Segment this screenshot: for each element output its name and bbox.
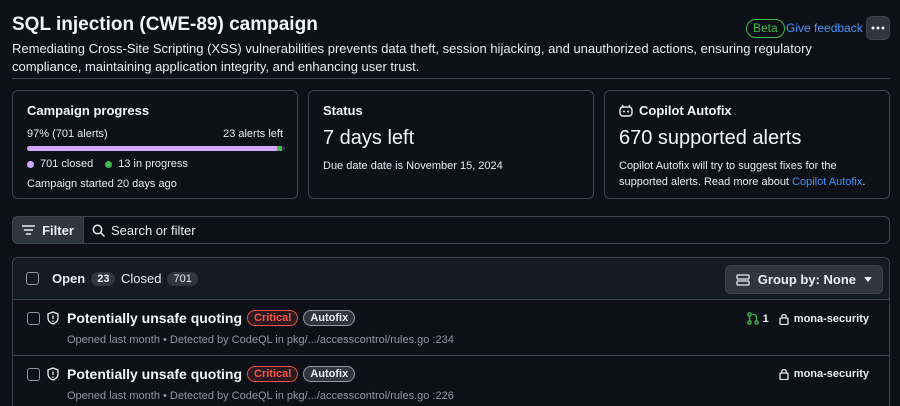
filter-icon xyxy=(22,225,36,235)
filter-button-label: Filter xyxy=(42,222,74,238)
header-divider xyxy=(12,78,890,79)
autofix-description: Copilot Autofix will try to suggest fixe… xyxy=(619,158,881,190)
tab-closed[interactable]: Closed 701 xyxy=(121,271,198,286)
alert-right-info: mona-security xyxy=(779,368,869,380)
alert-row[interactable]: Potentially unsafe quoting Critical Auto… xyxy=(13,300,889,356)
open-count: 23 xyxy=(91,271,116,286)
tab-open-label: Open xyxy=(52,271,86,286)
copilot-icon xyxy=(619,104,633,117)
status-card-title: Status xyxy=(323,103,363,118)
alert-meta: Opened last month • Detected by CodeQL i… xyxy=(67,390,454,402)
more-options-button[interactable] xyxy=(866,16,890,40)
alert-right-info: 1 mona-security xyxy=(746,312,869,325)
progress-bar-in-progress xyxy=(277,146,283,151)
autofix-badge: Autofix xyxy=(303,310,356,326)
due-date: Due date date is November 15, 2024 xyxy=(323,160,503,172)
chevron-down-icon xyxy=(864,277,872,282)
closed-count-badge: 701 xyxy=(167,271,198,286)
autofix-badge: Autofix xyxy=(303,366,356,382)
closed-count: 701 closed xyxy=(40,158,94,170)
filter-button[interactable]: Filter xyxy=(12,216,84,244)
kebab-horizontal-icon xyxy=(871,26,885,30)
alert-meta: Opened last month • Detected by CodeQL i… xyxy=(67,334,454,346)
group-by-label: Group by: None xyxy=(757,272,856,287)
autofix-card-title: Copilot Autofix xyxy=(639,103,732,118)
days-left: 7 days left xyxy=(323,127,415,149)
in-progress-dot-icon xyxy=(105,160,113,168)
severity-badge: Critical xyxy=(247,310,299,326)
search-input[interactable]: Search or filter xyxy=(83,216,890,244)
give-feedback-link[interactable]: Give feedback xyxy=(786,21,863,35)
campaign-progress-card: Campaign progress 97% (701 alerts) 23 al… xyxy=(12,90,298,199)
status-card: Status 7 days left Due date date is Nove… xyxy=(308,90,594,199)
progress-percent: 97% (701 alerts) xyxy=(27,128,108,140)
autofix-description-end: . xyxy=(862,176,866,188)
alert-title[interactable]: Potentially unsafe quoting xyxy=(67,310,242,326)
autofix-card-header: Copilot Autofix xyxy=(619,103,732,118)
owner: mona-security xyxy=(779,313,869,325)
shield-alert-icon xyxy=(47,367,59,381)
owner-name: mona-security xyxy=(793,312,869,325)
copilot-autofix-link[interactable]: Copilot Autofix xyxy=(792,176,862,188)
select-all-checkbox[interactable] xyxy=(26,272,39,285)
owner-name: mona-security xyxy=(793,368,869,380)
row-checkbox[interactable] xyxy=(27,368,40,381)
owner: mona-security xyxy=(779,368,869,380)
alerts-list: Open 23 Closed 701 Group by: None Potent… xyxy=(12,257,890,406)
lock-icon xyxy=(779,313,789,325)
alert-title-group: Potentially unsafe quoting Critical Auto… xyxy=(67,310,356,326)
page-title: SQL injection (CWE-89) campaign xyxy=(12,14,318,35)
search-icon xyxy=(92,224,105,237)
alert-title-group: Potentially unsafe quoting Critical Auto… xyxy=(67,366,356,382)
row-checkbox[interactable] xyxy=(27,312,40,325)
lock-icon xyxy=(779,368,789,380)
progress-legend: 701 closed 13 in progress xyxy=(27,158,188,170)
tab-open[interactable]: Open 23 xyxy=(52,271,116,286)
shield-alert-icon xyxy=(47,311,59,325)
campaign-started: Campaign started 20 days ago xyxy=(27,178,177,190)
alert-row[interactable]: Potentially unsafe quoting Critical Auto… xyxy=(13,356,889,406)
closed-dot-icon xyxy=(27,160,34,168)
severity-badge: Critical xyxy=(247,366,299,382)
pull-request-count: 1 xyxy=(762,312,769,325)
progress-bar-closed xyxy=(27,146,278,151)
beta-badge: Beta xyxy=(746,19,785,38)
in-progress-count: 13 in progress xyxy=(118,158,188,170)
tab-closed-label: Closed xyxy=(121,271,162,286)
search-placeholder: Search or filter xyxy=(111,222,196,238)
copilot-autofix-card: Copilot Autofix 670 supported alerts Cop… xyxy=(604,90,890,199)
alerts-left: 23 alerts left xyxy=(223,128,283,140)
progress-bar xyxy=(27,146,285,151)
campaign-description: Remediating Cross-Site Scripting (XSS) v… xyxy=(12,41,812,74)
list-header: Open 23 Closed 701 Group by: None xyxy=(13,258,889,300)
group-by-button[interactable]: Group by: None xyxy=(724,265,883,294)
pull-request-icon xyxy=(746,312,759,325)
alert-title[interactable]: Potentially unsafe quoting xyxy=(67,366,242,382)
linked-pull-request[interactable]: 1 xyxy=(746,312,769,325)
group-icon xyxy=(736,273,750,286)
supported-alerts: 670 supported alerts xyxy=(619,127,802,149)
progress-card-title: Campaign progress xyxy=(27,103,150,118)
